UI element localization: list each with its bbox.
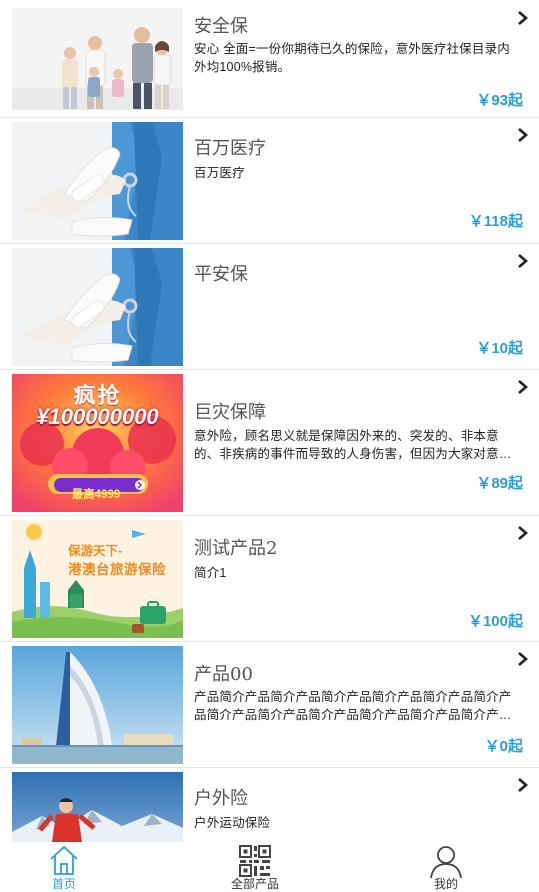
product-item[interactable]: 疯抢 ¥100000000 最高4999 巨灾保障 意外险，顾名思义就是保障因外… bbox=[0, 370, 539, 516]
product-item[interactable]: 户外险 户外运动保险 bbox=[0, 768, 539, 842]
product-item[interactable]: 平安保 ￥10起 bbox=[0, 244, 539, 370]
chevron-right-icon bbox=[518, 380, 528, 394]
product-price: ￥93起 bbox=[476, 92, 523, 109]
product-title: 测试产品2 bbox=[194, 538, 278, 559]
product-price: ￥89起 bbox=[476, 475, 523, 492]
product-price: ￥100起 bbox=[467, 613, 523, 630]
product-title: 巨灾保障 bbox=[194, 402, 266, 423]
product-title: 平安保 bbox=[194, 264, 248, 285]
product-item[interactable]: 安全保 安心 全面=一份你期待已久的保险，意外医疗社保目录内外均100%报销。 … bbox=[0, 0, 539, 118]
tab-mine-label: 我的 bbox=[433, 877, 458, 891]
bottom-tab-bar: 首页 全部产品 我的 bbox=[0, 842, 539, 892]
product-price: ￥10起 bbox=[476, 340, 523, 357]
product-title: 百万医疗 bbox=[194, 138, 266, 159]
tab-all-products-label: 全部产品 bbox=[230, 877, 279, 891]
tab-home[interactable]: 首页 bbox=[14, 842, 114, 892]
home-icon bbox=[50, 845, 78, 875]
product-title: 户外险 bbox=[194, 788, 248, 809]
chevron-right-icon bbox=[518, 128, 528, 142]
sail-hotel-photo bbox=[12, 646, 183, 764]
promo-amount: ¥100000000 bbox=[36, 404, 159, 429]
product-description: 安心 全面=一份你期待已久的保险，意外医疗社保目录内外均100%报销。 bbox=[194, 42, 510, 74]
chevron-right-icon bbox=[518, 652, 528, 666]
product-list: 安全保 安心 全面=一份你期待已久的保险，意外医疗社保目录内外均100%报销。 … bbox=[0, 0, 539, 842]
chevron-right-icon bbox=[518, 11, 528, 25]
tab-all-products[interactable]: 全部产品 bbox=[205, 842, 305, 892]
tab-mine[interactable]: 我的 bbox=[396, 842, 496, 892]
product-price: ￥0起 bbox=[484, 738, 523, 755]
chevron-right-icon bbox=[518, 254, 528, 268]
chevron-right-icon bbox=[518, 526, 528, 540]
promo-banner: 疯抢 ¥100000000 最高4999 bbox=[12, 374, 183, 512]
medical-photo bbox=[12, 248, 183, 366]
tab-home-label: 首页 bbox=[51, 877, 76, 891]
user-icon bbox=[430, 846, 462, 878]
chevron-right-icon bbox=[518, 778, 528, 792]
travel-line2: 港澳台旅游保险 bbox=[68, 562, 166, 577]
page: 安全保 安心 全面=一份你期待已久的保险，意外医疗社保目录内外均100%报销。 … bbox=[0, 0, 539, 892]
travel-banner: 保游天下- 港澳台旅游保险 bbox=[12, 520, 183, 638]
product-item[interactable]: 产品00 产品简介产品简介产品简介产品简介产品简介产品简介产品简介产品简介产品简… bbox=[0, 642, 539, 768]
promo-button: 最高4999 bbox=[71, 489, 121, 501]
product-description: 产品简介产品简介产品简介产品简介产品简介产品简介产品简介产品简介产品简介产品简介… bbox=[194, 690, 512, 722]
skier-photo bbox=[12, 772, 183, 842]
product-description: 意外险，顾名思义就是保障因外来的、突发的、非本意的、非疾病的事件而导致的人身伤害… bbox=[194, 429, 512, 461]
medical-photo bbox=[12, 122, 183, 240]
product-description: 百万医疗 bbox=[194, 166, 245, 180]
product-description: 户外运动保险 bbox=[194, 816, 271, 830]
product-title: 安全保 bbox=[194, 16, 248, 37]
product-item[interactable]: 百万医疗 百万医疗 ￥118起 bbox=[0, 118, 539, 244]
product-price: ￥118起 bbox=[468, 213, 523, 230]
travel-line1: 保游天下- bbox=[68, 544, 123, 558]
product-item[interactable]: 保游天下- 港澳台旅游保险 测试产品2 简介1 ￥100起 bbox=[0, 516, 539, 642]
product-description: 简介1 bbox=[194, 566, 227, 580]
family-photo bbox=[12, 8, 183, 110]
qrcode-icon bbox=[239, 845, 271, 877]
product-title: 产品00 bbox=[194, 664, 253, 685]
